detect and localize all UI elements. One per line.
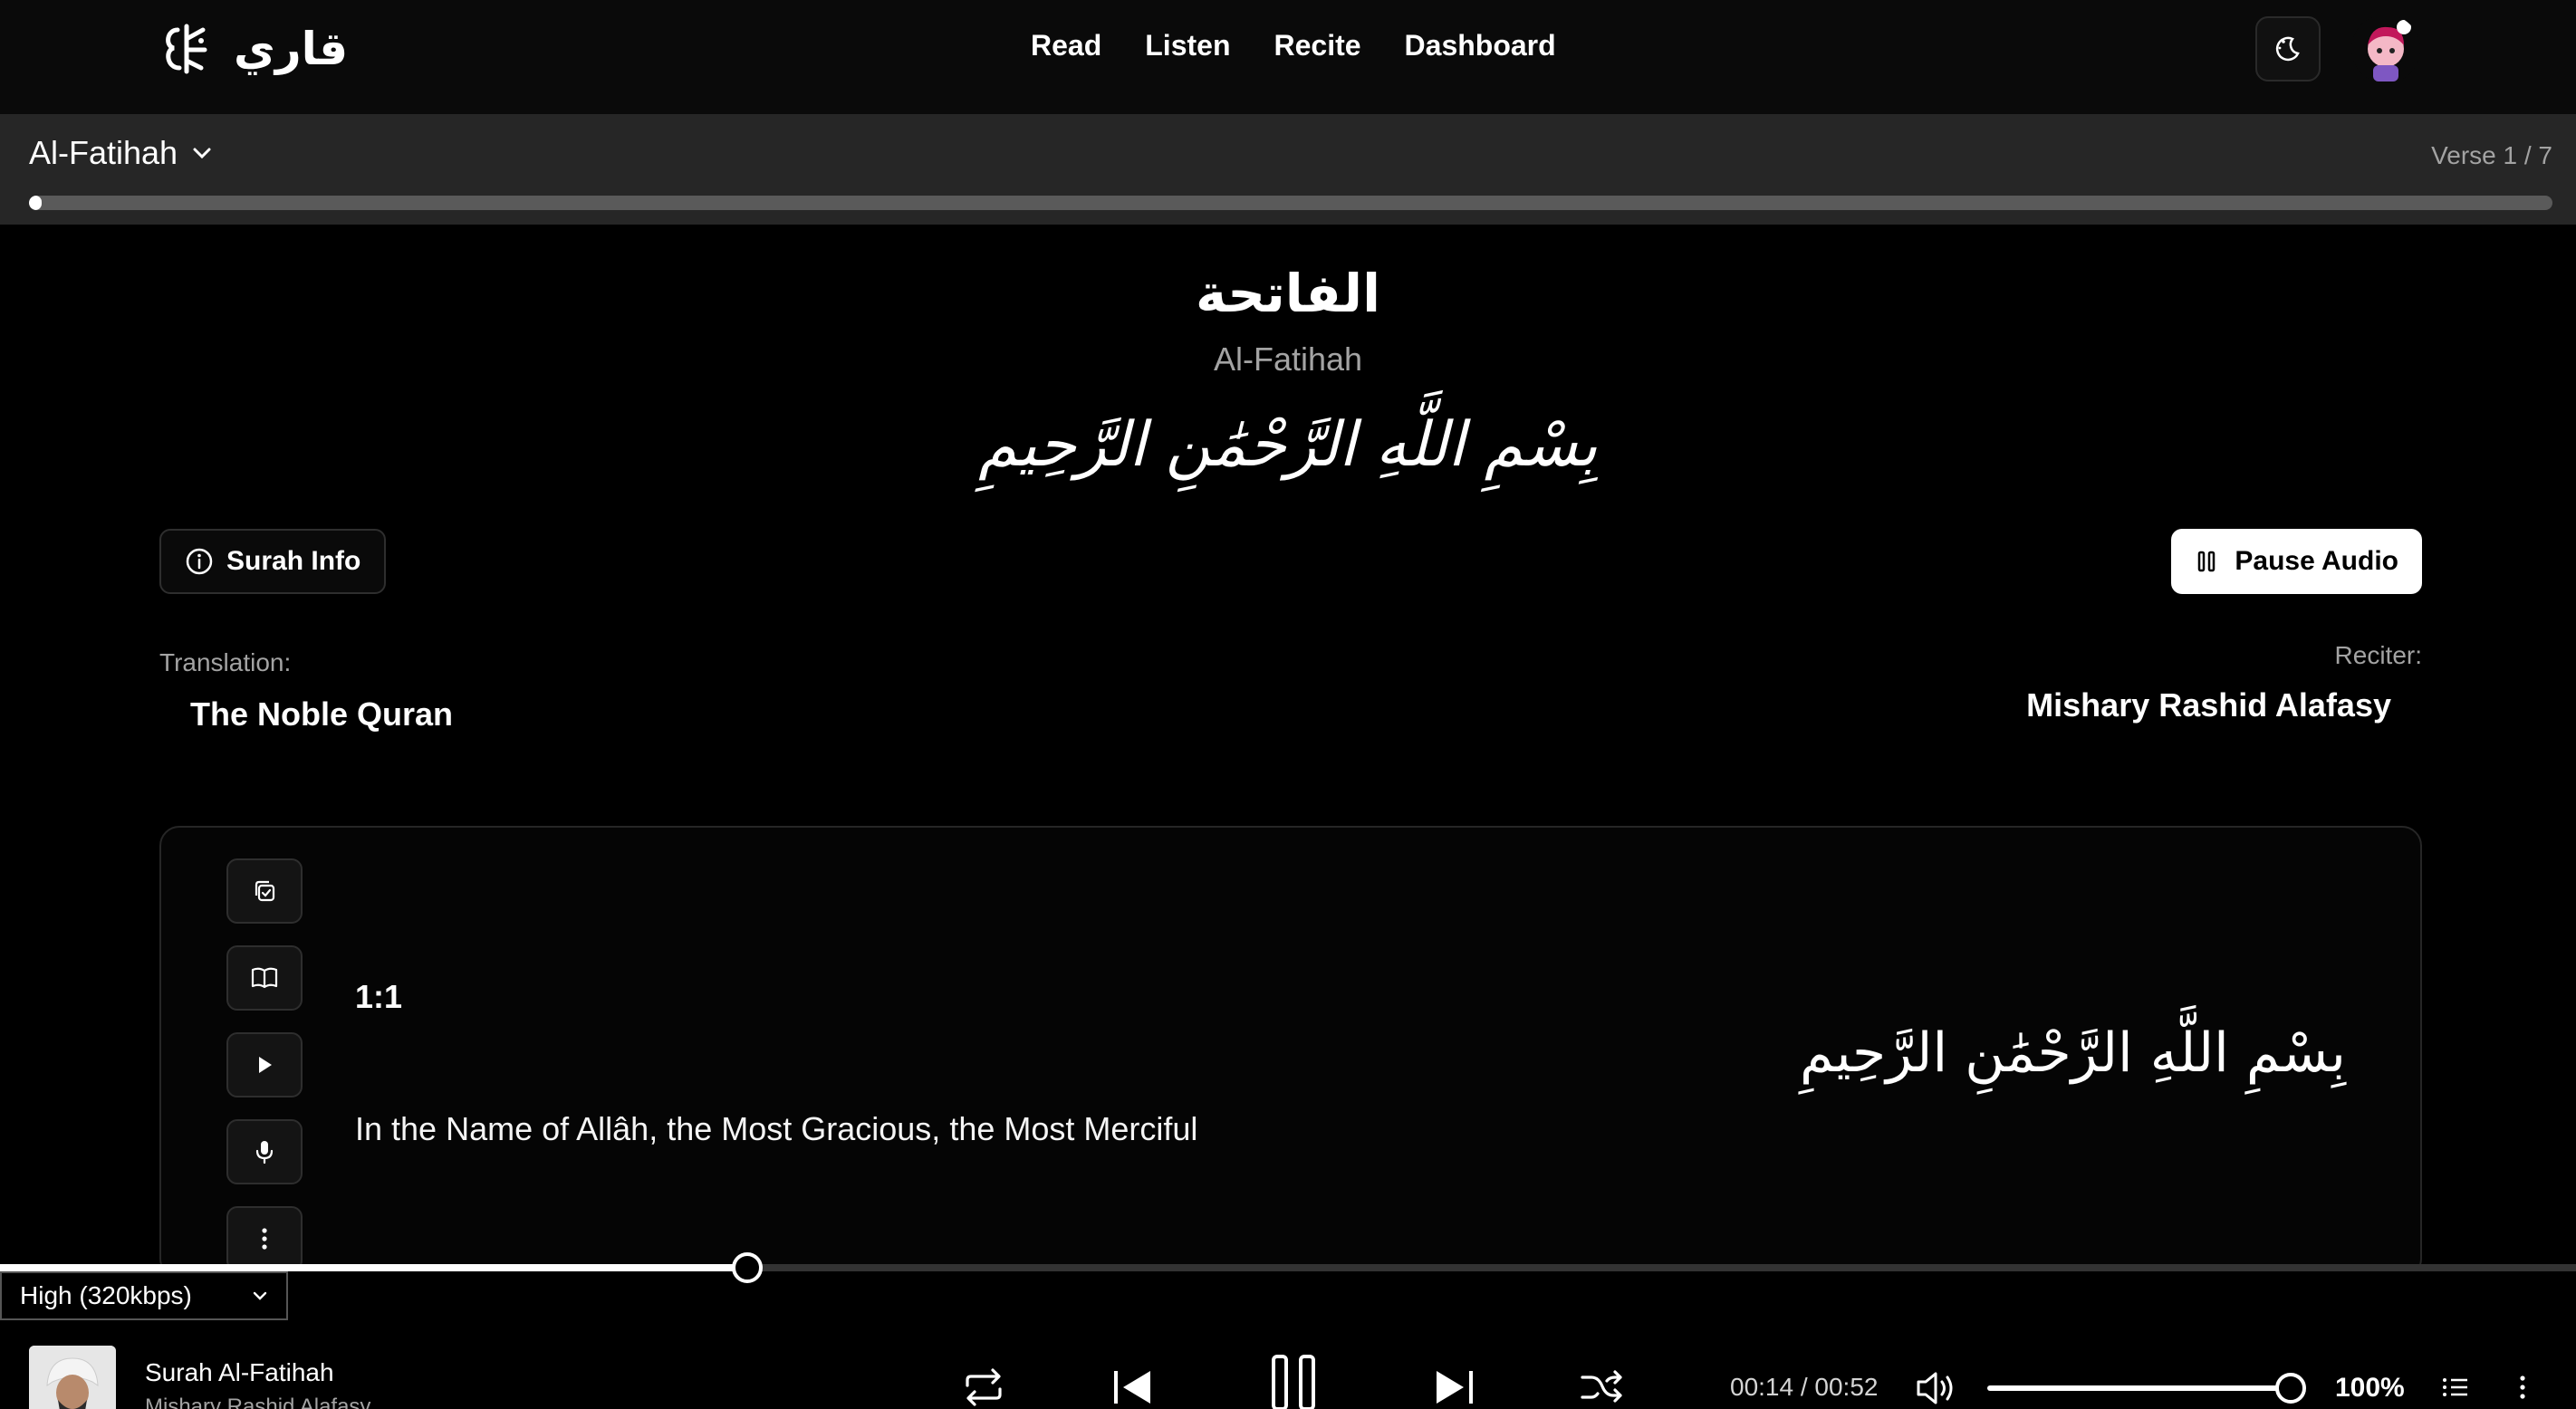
nav-listen[interactable]: Listen [1145,29,1230,62]
surah-selector-label: Al-Fatihah [29,134,178,171]
seek-bar-thumb[interactable] [731,1252,763,1283]
nav-dashboard[interactable]: Dashboard [1405,29,1556,62]
logo-text: قاري [234,23,349,75]
surah-latin-title: Al-Fatihah [1213,340,1363,378]
more-vertical-icon [262,1228,267,1250]
main-nav: Read Listen Recite Dashboard [1031,29,1556,62]
playlist-button[interactable] [2438,1371,2473,1404]
verse-card: 1:1 In the Name of Allâh, the Most Graci… [159,826,2422,1279]
app-logo[interactable]: قاري [159,20,348,78]
reciter-label: Reciter: [2334,641,2422,669]
chevron-down-icon [253,1291,267,1300]
moon-icon [2275,36,2300,62]
info-icon [186,548,213,575]
play-icon [259,1057,272,1073]
surah-info-button[interactable]: Surah Info [159,529,387,594]
surah-bar: Al-Fatihah Verse 1 / 7 [0,114,2576,225]
more-options-button[interactable] [226,1206,303,1271]
seek-bar[interactable] [0,1252,2576,1283]
seek-bar-fill [0,1264,747,1271]
previous-button[interactable] [1109,1364,1158,1409]
player-menu-button[interactable] [2509,1371,2536,1404]
track-title: Surah Al-Fatihah [145,1358,334,1386]
verse-progress-fill [29,196,42,210]
copy-icon [255,880,275,902]
copy-verse-button[interactable] [226,858,303,924]
mute-button[interactable] [1913,1367,1958,1409]
play-pause-button[interactable] [1266,1353,1321,1409]
nav-read[interactable]: Read [1031,29,1101,62]
playback-time: 00:14 / 00:52 [1730,1373,1879,1401]
theme-toggle-button[interactable] [2255,16,2321,81]
skip-back-icon [1114,1371,1150,1404]
reciter-portrait-icon [29,1346,116,1409]
repeat-button[interactable] [958,1364,1009,1409]
play-verse-button[interactable] [226,1032,303,1097]
pause-icon [1272,1355,1315,1409]
reciter-selector[interactable]: Mishary Rashid Alafasy [2026,686,2391,724]
avatar-icon [2351,14,2420,83]
shuffle-icon [1581,1370,1622,1403]
record-verse-button[interactable] [226,1119,303,1184]
verse-key: 1:1 [355,978,403,1015]
top-navbar: قاري Read Listen Recite Dashboard [0,0,2576,114]
pause-audio-label: Pause Audio [2235,546,2398,576]
user-avatar[interactable] [2351,14,2420,83]
verse-arabic-text: بِسْمِ اللَّهِ الرَّحْمَٰنِ الرَّحِيمِ [1799,1021,2346,1085]
nav-recite[interactable]: Recite [1274,29,1360,62]
verse-progress-bar [29,196,2552,210]
surah-selector[interactable]: Al-Fatihah [29,134,214,172]
repeat-icon [966,1368,1002,1406]
chevron-down-icon [193,148,211,159]
volume-slider[interactable] [1987,1385,2292,1391]
tafsir-button[interactable] [226,945,303,1011]
book-open-icon [251,967,278,989]
quality-select-value: High (320kbps) [20,1281,192,1309]
surah-arabic-title: الفاتحة [1196,263,1380,324]
translation-selector[interactable]: The Noble Quran [190,695,453,733]
next-button[interactable] [1429,1364,1478,1409]
track-cover [29,1346,116,1409]
bismillah-calligraphy: بِسْمِ اللَّهِ الرَّحْمَٰنِ الرَّحِيمِ [978,409,1598,481]
pause-audio-button[interactable]: Pause Audio [2171,529,2422,594]
volume-slider-thumb[interactable] [2275,1373,2306,1404]
track-artist: Mishary Rashid Alafasy [145,1395,371,1409]
microphone-icon [255,1141,274,1165]
skip-forward-icon [1437,1371,1473,1404]
logo-icon [166,24,207,74]
volume-percent: 100% [2335,1373,2405,1403]
list-icon [2443,1378,2467,1396]
verse-counter: Verse 1 / 7 [2431,141,2552,169]
translation-label: Translation: [159,648,292,676]
surah-info-label: Surah Info [226,546,361,576]
shuffle-button[interactable] [1578,1364,1627,1409]
volume-icon [1917,1372,1953,1404]
pause-icon [2198,551,2216,572]
more-vertical-icon [2520,1375,2525,1399]
verse-translation: In the Name of Allâh, the Most Gracious,… [355,1110,1198,1147]
quality-select[interactable]: High (320kbps) [0,1271,288,1320]
